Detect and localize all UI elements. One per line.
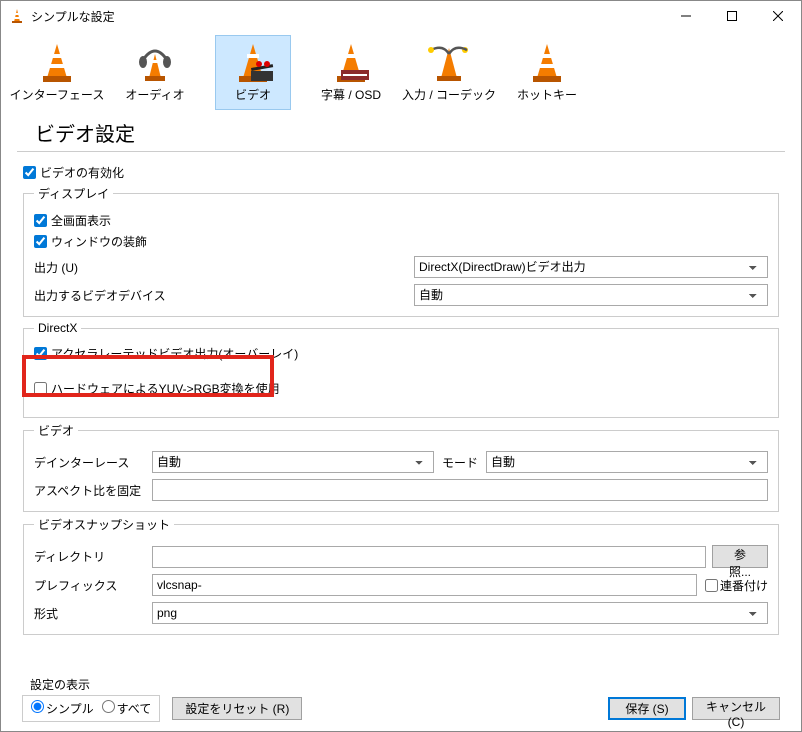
window-buttons xyxy=(663,1,801,31)
fullscreen-label: 全画面表示 xyxy=(51,212,111,229)
tab-label: 字幕 / OSD xyxy=(321,86,381,103)
minimize-button[interactable] xyxy=(663,1,709,31)
show-settings-label: 設定の表示 xyxy=(30,676,780,693)
cancel-button[interactable]: キャンセル (C) xyxy=(692,697,780,720)
snapshot-dir-input[interactable] xyxy=(152,546,706,568)
settings-mode-group: シンプル すべて xyxy=(22,695,160,722)
tab-hotkeys[interactable]: ホットキー xyxy=(509,35,585,110)
video-group: ビデオ デインターレース 自動 モード 自動 アスペクト比を固定 xyxy=(23,422,779,512)
page-title: ビデオ設定 xyxy=(17,112,785,152)
content-area: ビデオの有効化 ディスプレイ 全画面表示 ウィンドウの装飾 出力 (U) Dir… xyxy=(1,152,801,635)
directx-group: DirectX アクセラレーテッドビデオ出力(オーバーレイ) ハードウェアによる… xyxy=(23,321,779,418)
display-group: ディスプレイ 全画面表示 ウィンドウの装飾 出力 (U) DirectX(Dir… xyxy=(23,185,779,317)
maximize-button[interactable] xyxy=(709,1,755,31)
tab-label: ホットキー xyxy=(517,86,577,103)
footer: 設定の表示 シンプル すべて 設定をリセット (R) 保存 (S) キャンセル … xyxy=(22,676,780,722)
tab-input-codecs[interactable]: 入力 / コーデック xyxy=(411,35,487,110)
enable-video-label: ビデオの有効化 xyxy=(40,164,124,181)
snapshot-group: ビデオスナップショット ディレクトリ 参照... プレフィックス 連番付け 形式… xyxy=(23,516,779,635)
tab-label: 入力 / コーデック xyxy=(402,86,496,103)
headphones-cone-icon xyxy=(131,40,179,84)
all-radio[interactable] xyxy=(102,700,115,713)
all-radio-label[interactable]: すべて xyxy=(102,700,152,717)
browse-button[interactable]: 参照... xyxy=(712,545,768,568)
highlight-annotation xyxy=(22,355,274,397)
window-decoration-checkbox[interactable] xyxy=(34,235,47,248)
snapshot-legend: ビデオスナップショット xyxy=(34,516,174,533)
tab-video[interactable]: ビデオ xyxy=(215,35,291,110)
snapshot-format-select[interactable]: png xyxy=(152,602,768,624)
sign-cone-icon xyxy=(327,40,375,84)
simple-radio-label[interactable]: シンプル xyxy=(31,700,94,717)
vlc-app-icon xyxy=(9,8,25,24)
snapshot-format-label: 形式 xyxy=(34,605,152,622)
mode-select[interactable]: 自動 xyxy=(486,451,768,473)
output-select[interactable]: DirectX(DirectDraw)ビデオ出力 xyxy=(414,256,768,278)
snapshot-prefix-label: プレフィックス xyxy=(34,577,152,594)
snapshot-dir-label: ディレクトリ xyxy=(34,548,152,565)
simple-radio[interactable] xyxy=(31,700,44,713)
window-decoration-label: ウィンドウの装飾 xyxy=(51,233,147,250)
reset-button[interactable]: 設定をリセット (R) xyxy=(172,697,302,720)
deinterlace-select[interactable]: 自動 xyxy=(152,451,434,473)
sequential-label: 連番付け xyxy=(720,577,768,594)
deinterlace-label: デインターレース xyxy=(34,454,152,471)
window-title: シンプルな設定 xyxy=(31,8,663,25)
fullscreen-checkbox[interactable] xyxy=(34,214,47,227)
enable-video-checkbox[interactable] xyxy=(23,166,36,179)
clapper-cone-icon xyxy=(229,40,277,84)
tab-subtitles[interactable]: 字幕 / OSD xyxy=(313,35,389,110)
directx-legend: DirectX xyxy=(34,321,81,335)
display-legend: ディスプレイ xyxy=(34,185,113,202)
video-group-legend: ビデオ xyxy=(34,422,78,439)
tab-label: インターフェース xyxy=(10,86,105,103)
save-button[interactable]: 保存 (S) xyxy=(608,697,686,720)
close-button[interactable] xyxy=(755,1,801,31)
sequential-checkbox[interactable] xyxy=(705,579,718,592)
tab-label: オーディオ xyxy=(125,86,184,103)
output-device-select[interactable]: 自動 xyxy=(414,284,768,306)
output-label: 出力 (U) xyxy=(34,259,414,276)
tab-label: ビデオ xyxy=(235,86,271,103)
mode-label: モード xyxy=(442,454,478,471)
cone-icon xyxy=(523,40,571,84)
snapshot-prefix-input[interactable] xyxy=(152,574,697,596)
category-toolbar: インターフェース オーディオ ビデオ 字幕 / OSD 入力 / コーデック ホ… xyxy=(1,31,801,110)
aspect-input[interactable] xyxy=(152,479,768,501)
tab-interface[interactable]: インターフェース xyxy=(19,35,95,110)
output-device-label: 出力するビデオデバイス xyxy=(34,287,414,304)
cone-icon xyxy=(33,40,81,84)
titlebar: シンプルな設定 xyxy=(1,1,801,31)
tab-audio[interactable]: オーディオ xyxy=(117,35,193,110)
cable-cone-icon xyxy=(425,40,473,84)
aspect-label: アスペクト比を固定 xyxy=(34,482,152,499)
